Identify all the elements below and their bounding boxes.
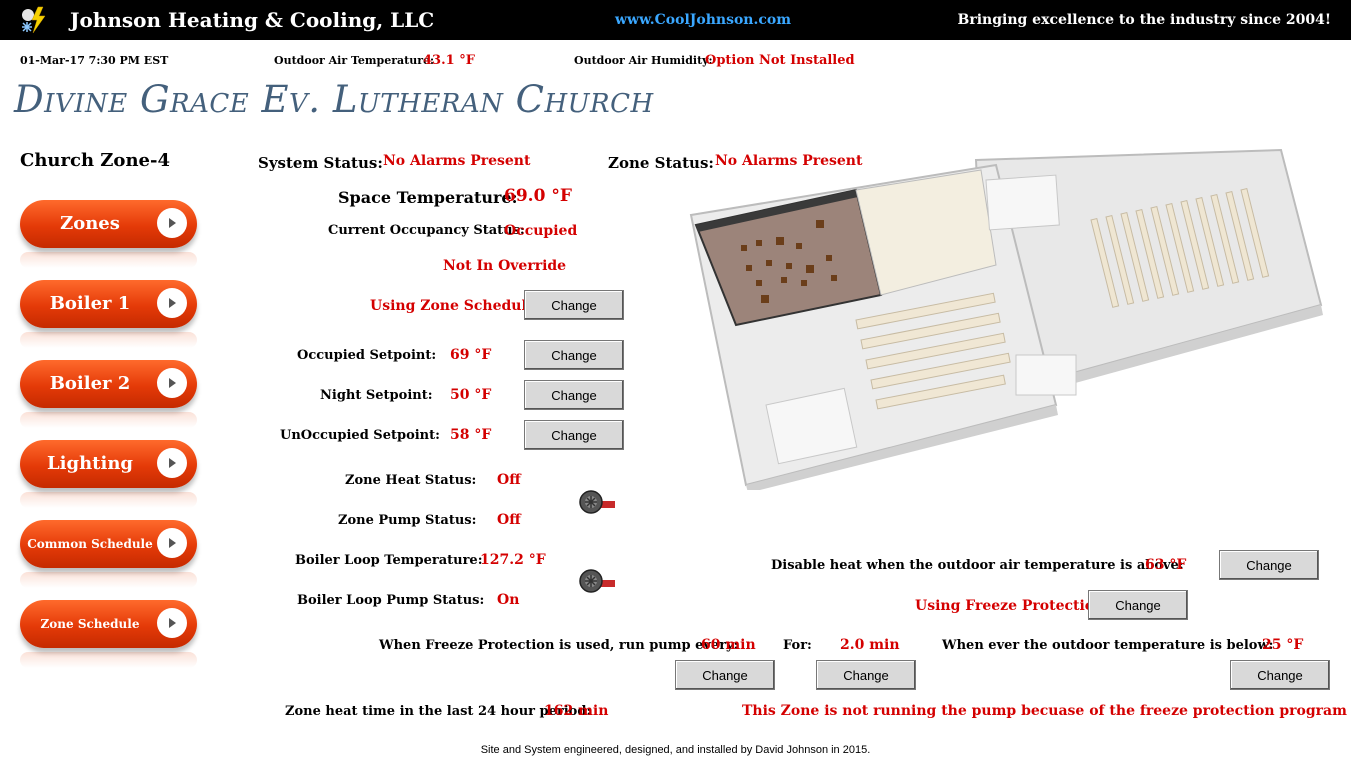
freeze-for-label: For: <box>783 638 812 653</box>
nav-common-schedule-button[interactable]: Common Schedule <box>20 520 197 568</box>
unoccupied-setpoint-value: 58 °F <box>450 427 492 443</box>
change-occupied-setpoint-button[interactable]: Change <box>524 340 624 370</box>
nav-label: Zones <box>60 213 120 234</box>
disable-heat-value: 63 °F <box>1145 557 1187 573</box>
change-below-temp-button[interactable]: Change <box>1230 660 1330 690</box>
outdoor-humidity-value: Option Not Installed <box>705 53 855 68</box>
arrow-right-icon <box>157 608 187 638</box>
freeze-protection-status: Using Freeze Protection <box>915 598 1105 614</box>
boiler-pump-icon <box>579 569 615 593</box>
change-unoccupied-setpoint-button[interactable]: Change <box>524 420 624 450</box>
override-status: Not In Override <box>443 258 567 274</box>
boiler-loop-pump-value: On <box>497 592 520 608</box>
occupied-setpoint-label: Occupied Setpoint: <box>297 348 437 363</box>
nav-boiler-2-button[interactable]: Boiler 2 <box>20 360 197 408</box>
nav-label: Common Schedule <box>27 537 153 551</box>
boiler-loop-temp-label: Boiler Loop Temperature: <box>295 553 483 568</box>
disable-heat-label: Disable heat when the outdoor air temper… <box>771 558 1184 573</box>
freeze-for-value: 2.0 min <box>840 637 900 653</box>
floor-plan-image <box>689 148 1323 490</box>
button-reflection <box>20 332 197 348</box>
freeze-run-label: When Freeze Protection is used, run pump… <box>379 638 739 653</box>
nav-label: Boiler 2 <box>49 373 131 394</box>
zone-pump-label: Zone Pump Status: <box>338 513 477 528</box>
footer-credit: Site and System engineered, designed, an… <box>480 744 871 756</box>
change-run-interval-button[interactable]: Change <box>675 660 775 690</box>
change-schedule-button[interactable]: Change <box>524 290 624 320</box>
zone-pump-icon <box>579 490 615 514</box>
freeze-protection-note: This Zone is not running the pump becuas… <box>742 703 1347 719</box>
datetime: 01-Mar-17 7:30 PM EST <box>20 54 169 67</box>
arrow-right-icon <box>157 208 187 238</box>
schedule-status: Using Zone Schedule <box>370 298 536 314</box>
occupancy-value: Occupied <box>504 223 578 239</box>
company-name: Johnson Heating & Cooling, LLC <box>70 8 435 32</box>
zone-heat-value: Off <box>497 472 521 488</box>
system-status-value: No Alarms Present <box>383 153 531 169</box>
change-disable-heat-button[interactable]: Change <box>1219 550 1319 580</box>
night-setpoint-label: Night Setpoint: <box>320 388 433 403</box>
system-status-label: System Status: <box>258 154 383 172</box>
button-reflection <box>20 252 197 268</box>
website-link[interactable]: www.CoolJohnson.com <box>615 12 791 28</box>
change-freeze-protection-button[interactable]: Change <box>1088 590 1188 620</box>
outdoor-temp-label: Outdoor Air Temperature: <box>274 54 435 67</box>
freeze-below-label: When ever the outdoor temperature is bel… <box>942 638 1274 653</box>
zone-title: Church Zone-4 <box>20 150 170 171</box>
outdoor-humidity-label: Outdoor Air Humidity: <box>574 54 713 67</box>
arrow-right-icon <box>157 528 187 558</box>
zone-pump-value: Off <box>497 512 521 528</box>
boiler-loop-temp-value: 127.2 °F <box>480 552 546 568</box>
heat-time-value: 162 min <box>544 703 609 719</box>
change-night-setpoint-button[interactable]: Change <box>524 380 624 410</box>
nav-zones-button[interactable]: Zones <box>20 200 197 248</box>
space-temp-value: 69.0 °F <box>504 186 572 206</box>
nav-label: Boiler 1 <box>49 293 131 314</box>
arrow-right-icon <box>157 448 187 478</box>
button-reflection <box>20 572 197 588</box>
freeze-run-value: 60 min <box>701 637 756 653</box>
tagline: Bringing excellence to the industry sinc… <box>957 12 1331 28</box>
occupied-setpoint-value: 69 °F <box>450 347 492 363</box>
lightning-snowflake-icon <box>22 6 46 34</box>
boiler-loop-pump-label: Boiler Loop Pump Status: <box>297 593 485 608</box>
unoccupied-setpoint-label: UnOccupied Setpoint: <box>280 428 440 443</box>
arrow-right-icon <box>157 288 187 318</box>
button-reflection <box>20 492 197 508</box>
nav-zone-schedule-button[interactable]: Zone Schedule <box>20 600 197 648</box>
button-reflection <box>20 652 197 668</box>
outdoor-temp-value: 43.1 °F <box>423 53 475 68</box>
header-bar: Johnson Heating & Cooling, LLC www.CoolJ… <box>0 0 1351 40</box>
change-run-duration-button[interactable]: Change <box>816 660 916 690</box>
night-setpoint-value: 50 °F <box>450 387 492 403</box>
zone-heat-label: Zone Heat Status: <box>345 473 477 488</box>
nav-lighting-button[interactable]: Lighting <box>20 440 197 488</box>
nav-label: Lighting <box>47 453 133 474</box>
button-reflection <box>20 412 197 428</box>
freeze-below-value: 25 °F <box>1262 637 1304 653</box>
nav-label: Zone Schedule <box>40 617 140 631</box>
occupancy-label: Current Occupancy Status: <box>328 223 525 238</box>
church-name: Divine Grace Ev. Lutheran Church <box>14 78 654 121</box>
space-temp-label: Space Temperature: <box>338 188 518 207</box>
arrow-right-icon <box>157 368 187 398</box>
nav-boiler-1-button[interactable]: Boiler 1 <box>20 280 197 328</box>
